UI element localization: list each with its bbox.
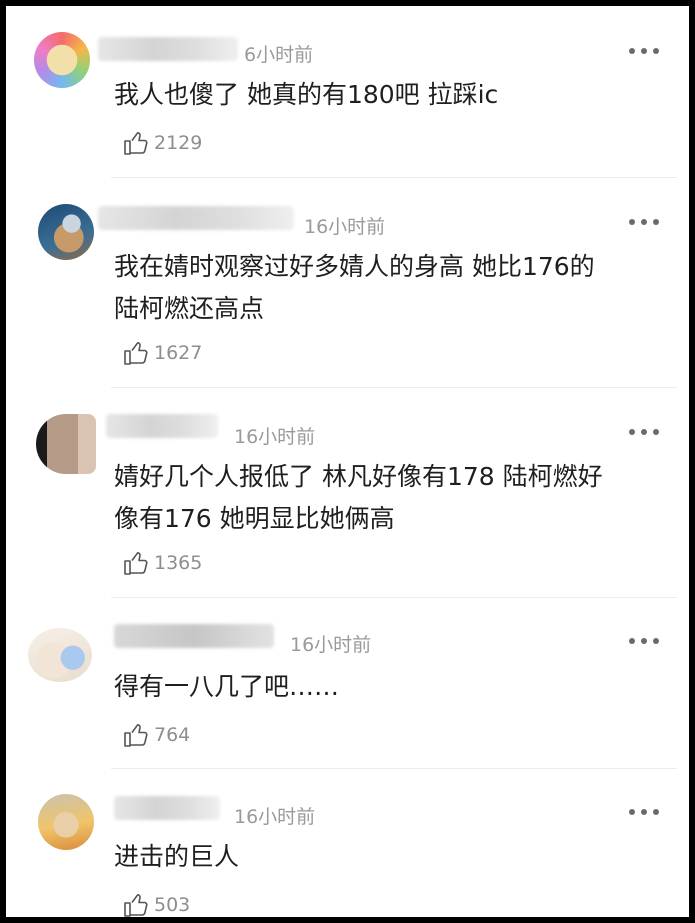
- username-blurred[interactable]: [106, 414, 218, 438]
- like-count: 1365: [154, 552, 203, 574]
- thumbs-up-icon: [124, 342, 148, 365]
- thumbs-up-icon: [124, 552, 148, 575]
- divider: [111, 387, 677, 388]
- thumbs-up-icon: [124, 132, 148, 155]
- like-count: 503: [154, 894, 191, 916]
- divider: [111, 768, 677, 769]
- more-options-button[interactable]: [629, 638, 659, 644]
- comment-item: 16小时前 进击的巨人 503: [6, 772, 689, 917]
- like-button[interactable]: 1365: [122, 548, 202, 578]
- comment-time: 16小时前: [234, 806, 316, 828]
- comment-item: 16小时前 婧好几个人报低了 林凡好像有178 陆柯燃好 像有176 她明显比她…: [6, 392, 689, 602]
- like-button[interactable]: 1627: [122, 338, 202, 368]
- avatar[interactable]: [34, 32, 90, 88]
- thumbs-up-icon: [124, 894, 148, 917]
- comment-text: 我在婧时观察过好多婧人的身高 她比176的 陆柯燃还高点: [114, 252, 595, 323]
- comment-time: 6小时前: [244, 44, 314, 66]
- like-button[interactable]: 2129: [122, 128, 202, 158]
- more-options-button[interactable]: [629, 219, 659, 225]
- more-options-button[interactable]: [629, 809, 659, 815]
- like-button[interactable]: 503: [122, 890, 191, 917]
- more-options-button[interactable]: [629, 48, 659, 54]
- comment-item: 16小时前 得有一八几了吧…… 764: [6, 602, 689, 772]
- like-count: 764: [154, 724, 191, 746]
- avatar[interactable]: [38, 794, 94, 850]
- comment-time: 16小时前: [290, 634, 372, 656]
- like-count: 1627: [154, 342, 203, 364]
- username-blurred[interactable]: [98, 37, 238, 61]
- comment-text: 婧好几个人报低了 林凡好像有178 陆柯燃好 像有176 她明显比她俩高: [114, 462, 603, 533]
- like-count: 2129: [154, 132, 203, 154]
- comment-item: 16小时前 我在婧时观察过好多婧人的身高 她比176的 陆柯燃还高点 1627: [6, 182, 689, 392]
- comment-text: 进击的巨人: [114, 842, 240, 871]
- avatar[interactable]: [36, 414, 96, 474]
- avatar[interactable]: [28, 628, 92, 682]
- comment-list: 6小时前 我人也傻了 她真的有180吧 拉踩ic 2129 16小时前 我在婧时…: [0, 0, 695, 923]
- avatar[interactable]: [38, 204, 94, 260]
- divider: [111, 597, 677, 598]
- username-blurred[interactable]: [114, 624, 274, 648]
- comment-time: 16小时前: [234, 426, 316, 448]
- username-blurred[interactable]: [114, 796, 220, 820]
- comment-item: 6小时前 我人也傻了 她真的有180吧 拉踩ic 2129: [6, 12, 689, 182]
- like-button[interactable]: 764: [122, 720, 190, 750]
- thumbs-up-icon: [124, 724, 148, 747]
- comment-time: 16小时前: [304, 216, 386, 238]
- comment-text: 得有一八几了吧……: [114, 672, 340, 701]
- comment-text: 我人也傻了 她真的有180吧 拉踩ic: [114, 80, 499, 109]
- divider: [111, 177, 677, 178]
- username-blurred[interactable]: [98, 206, 294, 230]
- more-options-button[interactable]: [629, 429, 659, 435]
